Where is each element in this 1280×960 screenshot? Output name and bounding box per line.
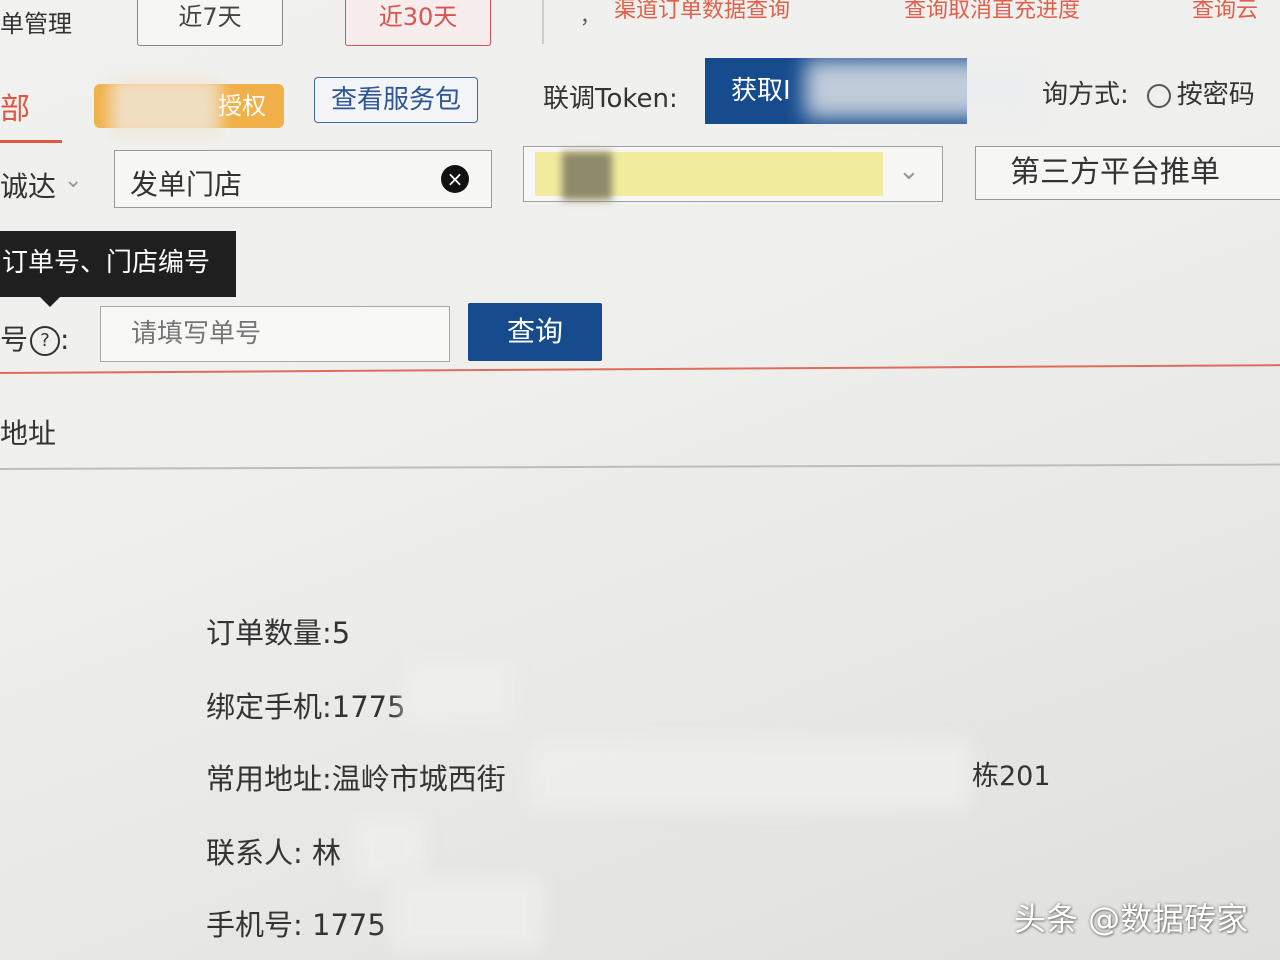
table-divider [0,463,1280,470]
token-label: 联调Token: [543,84,678,114]
bound-phone: 绑定手机:1775 [206,690,406,724]
tab-active-underline [0,140,62,143]
chevron-down-icon[interactable]: ⌄ [898,156,920,186]
channel-order-query-link[interactable]: 渠道订单数据查询 [614,0,790,24]
order-number-label-text: 号 [0,323,29,356]
address-column-header: 地址 [0,417,57,450]
order-count: 订单数量:5 [206,616,351,650]
platform-select[interactable]: 诚达 [0,165,56,205]
close-circle-icon[interactable]: × [441,165,469,193]
mobile-number: 手机号: 1775 [206,908,386,942]
cancel-recharge-progress-link[interactable]: 查询取消直充进度 [904,0,1080,24]
view-service-pack-button[interactable]: 查看服务包 [314,77,478,123]
radio-icon[interactable] [1146,83,1171,108]
query-mode: 询方式: 按密码 [1042,74,1255,111]
redaction-blur [354,814,424,880]
order-number-label: 号?: [0,323,70,356]
query-mode-option[interactable]: 按密码 [1177,80,1255,110]
tooltip: 订单号、门店编号 [0,231,236,297]
top-divider [542,0,544,44]
common-address: 常用地址:温岭市城西街 [206,762,506,796]
authorize-label: 授权 [218,92,266,120]
store-input-label: 发单门店 [130,168,243,201]
menu-title: 单管理 [0,10,72,38]
chevron-down-icon[interactable]: ⌄ [64,168,82,193]
tooltip-arrow [40,297,60,307]
redaction-blur [562,152,612,200]
query-cloud-link[interactable]: 查询云 [1192,0,1258,24]
last-7-days-button[interactable]: 近7天 [137,0,283,46]
tab-all[interactable]: 部 [0,84,30,128]
last-30-days-button[interactable]: 近30天 [345,0,491,46]
query-button[interactable]: 查询 [468,303,602,361]
redaction-blur [110,78,220,138]
redaction-blur [805,60,1035,118]
redaction-blur [530,740,970,810]
address-tail: 栋201 [972,761,1051,792]
third-party-push-button[interactable]: 第三方平台推单 [975,146,1280,200]
redaction-blur [392,878,542,950]
query-mode-label: 询方式: [1042,80,1129,110]
order-number-input[interactable] [100,306,450,362]
question-circle-icon[interactable]: ? [30,326,61,356]
redaction-blur [404,660,514,724]
watermark: 头条 @数据砖家 [1014,900,1249,938]
section-divider [0,364,1280,374]
separator-dot: ， [580,4,600,28]
contact-name: 联系人: 林 [206,836,341,870]
